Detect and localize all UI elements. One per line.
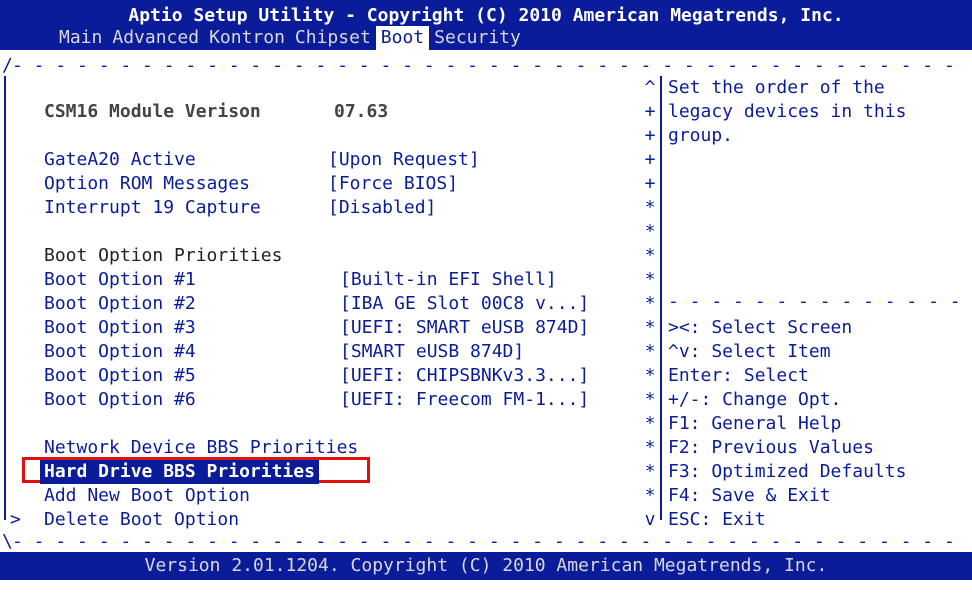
key-esc-exit: ESC: Exit bbox=[668, 509, 766, 530]
frame-top-border: - - - - - - - - - - - - - - - - - - - - … bbox=[12, 55, 955, 76]
scroll-thumb-mark: * bbox=[644, 485, 656, 506]
int19-label: Interrupt 19 Capture bbox=[44, 197, 261, 218]
scroll-track-mark: + bbox=[644, 125, 656, 146]
app-title: Aptio Setup Utility - Copyright (C) 2010… bbox=[128, 5, 844, 26]
bios-screen: Aptio Setup Utility - Copyright (C) 2010… bbox=[0, 0, 972, 580]
delete-boot-option-link[interactable]: Delete Boot Option bbox=[44, 508, 239, 532]
key-save-exit: F4: Save & Exit bbox=[668, 485, 831, 506]
scroll-thumb-mark: * bbox=[644, 245, 656, 266]
menu-bar: Main Advanced Kontron Chipset Boot Secur… bbox=[54, 26, 526, 50]
key-enter-select: Enter: Select bbox=[668, 365, 809, 386]
tab-security[interactable]: Security bbox=[429, 26, 526, 50]
tab-main[interactable]: Main bbox=[54, 26, 107, 50]
header-bar: Aptio Setup Utility - Copyright (C) 2010… bbox=[0, 0, 972, 50]
scroll-thumb-mark: * bbox=[644, 389, 656, 410]
csm-value: 07.63 bbox=[334, 101, 389, 122]
scroll-thumb-mark: * bbox=[644, 437, 656, 458]
scroll-thumb-mark: * bbox=[644, 197, 656, 218]
gatea20-label: GateA20 Active bbox=[44, 149, 196, 170]
tab-boot[interactable]: Boot bbox=[375, 26, 430, 50]
boot-priorities-heading: Boot Option Priorities bbox=[44, 245, 283, 266]
tab-chipset[interactable]: Chipset bbox=[290, 26, 376, 50]
key-general-help: F1: General Help bbox=[668, 413, 842, 434]
boot-option-value[interactable]: [UEFI: SMART eUSB 874D] bbox=[340, 316, 589, 340]
boot-option-value[interactable]: [Built-in EFI Shell] bbox=[340, 268, 557, 292]
key-change-opt: +/-: Change Opt. bbox=[668, 389, 842, 410]
scroll-thumb-mark: * bbox=[644, 341, 656, 362]
tab-kontron[interactable]: Kontron bbox=[204, 26, 290, 50]
hdd-bbs-link[interactable]: Hard Drive BBS Priorities bbox=[40, 460, 319, 484]
frame-divider bbox=[660, 76, 662, 520]
boot-option-label: Boot Option #5 bbox=[44, 365, 196, 386]
help-line-2: legacy devices in this bbox=[668, 101, 907, 122]
scroll-thumb-mark: * bbox=[644, 269, 656, 290]
boot-option-label: Boot Option #2 bbox=[44, 293, 196, 314]
boot-option-value[interactable]: [SMART eUSB 874D] bbox=[340, 340, 524, 364]
scroll-thumb-mark: * bbox=[644, 221, 656, 242]
boot-option-label: Boot Option #1 bbox=[44, 269, 196, 290]
scroll-thumb-mark: * bbox=[644, 293, 656, 314]
boot-option-value[interactable]: [UEFI: Freecom FM-1...] bbox=[340, 388, 589, 412]
key-optimized-defaults: F3: Optimized Defaults bbox=[668, 461, 907, 482]
scroll-track-mark: + bbox=[644, 173, 656, 194]
key-select-screen: ><: Select Screen bbox=[668, 317, 853, 338]
scroll-track-mark: + bbox=[644, 149, 656, 170]
optrom-label: Option ROM Messages bbox=[44, 173, 250, 194]
scroll-track-mark: + bbox=[644, 101, 656, 122]
frame-bottom-border: - - - - - - - - - - - - - - - - - - - - … bbox=[12, 531, 955, 552]
scroll-thumb-mark: * bbox=[644, 365, 656, 386]
key-select-item: ^v: Select Item bbox=[668, 341, 831, 362]
add-boot-option-link[interactable]: Add New Boot Option bbox=[44, 484, 250, 508]
optrom-value[interactable]: [Force BIOS] bbox=[328, 172, 458, 196]
submenu-arrow-icon: > bbox=[10, 509, 21, 530]
boot-option-label: Boot Option #6 bbox=[44, 389, 196, 410]
tab-advanced[interactable]: Advanced bbox=[107, 26, 204, 50]
key-previous-values: F2: Previous Values bbox=[668, 437, 874, 458]
boot-option-value[interactable]: [UEFI: CHIPSBNKv3.3...] bbox=[340, 364, 589, 388]
scroll-thumb-mark: * bbox=[644, 413, 656, 434]
footer-version: Version 2.01.1204. Copyright (C) 2010 Am… bbox=[0, 552, 972, 580]
help-line-1: Set the order of the bbox=[668, 77, 885, 98]
csm-label: CSM16 Module Verison bbox=[44, 101, 261, 122]
scroll-thumb-mark: * bbox=[644, 317, 656, 338]
gatea20-value[interactable]: [Upon Request] bbox=[328, 148, 480, 172]
boot-option-label: Boot Option #4 bbox=[44, 341, 196, 362]
help-line-3: group. bbox=[668, 125, 734, 146]
help-divider: - - - - - - - - - - - - - - - - - - - - … bbox=[668, 291, 961, 312]
int19-value[interactable]: [Disabled] bbox=[328, 196, 436, 220]
scroll-up-icon[interactable]: ^ bbox=[642, 76, 658, 100]
scroll-thumb-mark: * bbox=[644, 461, 656, 482]
scroll-down-icon[interactable]: v bbox=[642, 508, 658, 532]
boot-option-label: Boot Option #3 bbox=[44, 317, 196, 338]
boot-option-value[interactable]: [IBA GE Slot 00C8 v...] bbox=[340, 292, 589, 316]
